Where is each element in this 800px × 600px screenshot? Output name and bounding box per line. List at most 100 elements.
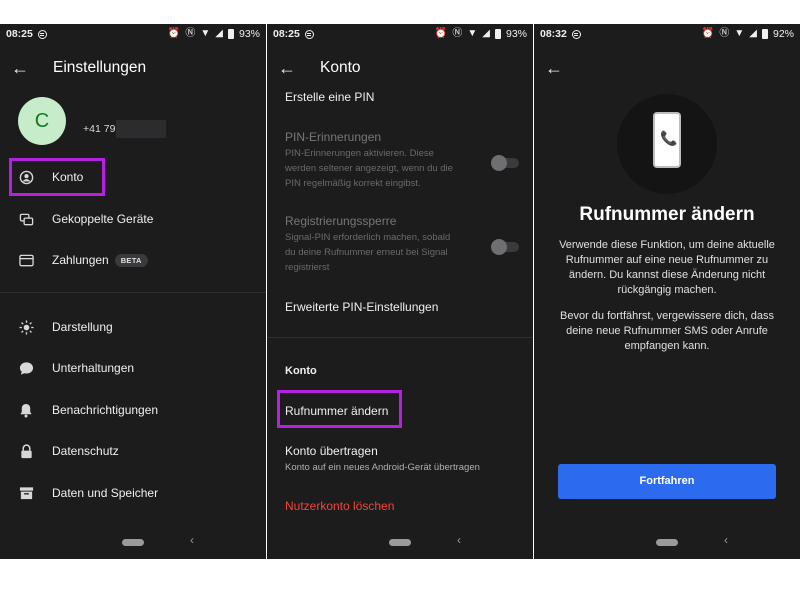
archive-icon (0, 486, 52, 500)
redacted-phone-block (116, 120, 166, 138)
account-screen: 08:25 ⏰ Ⓝ ▼ ◢ 93% ← Konto Erstelle eine … (267, 24, 533, 559)
delete-account-button[interactable]: Nutzerkonto löschen (285, 499, 394, 513)
battery-icon (494, 29, 501, 39)
system-nav-bar: ‹ (534, 533, 800, 549)
signal-icon: ◢ (215, 28, 223, 39)
pin-reminders-desc: PIN-Erinnerungen aktivieren. Diese werde… (285, 148, 453, 189)
divider (267, 337, 533, 338)
registration-lock-toggle[interactable] (491, 239, 519, 255)
menu-item-payments[interactable]: Zahlungen BETA (0, 250, 266, 270)
battery-level: 93% (505, 28, 527, 40)
toggle-knob (491, 239, 507, 255)
status-time: 08:25 (273, 28, 300, 40)
alarm-icon: ⏰ (167, 28, 181, 39)
create-pin-label: Erstelle eine PIN (285, 90, 375, 104)
battery-icon (227, 29, 234, 39)
system-nav-bar: ‹ (0, 533, 266, 549)
change-number-screen: 08:32 ⏰ Ⓝ ▼ ◢ 92% ← 📞 Rufnummer ändern V… (534, 24, 800, 559)
menu-label: Darstellung (52, 320, 113, 334)
spotify-icon (37, 29, 47, 39)
menu-item-appearance[interactable]: Darstellung (0, 317, 266, 337)
create-pin-item[interactable]: Erstelle eine PIN (285, 90, 519, 104)
pin-reminders-title: PIN-Erinnerungen (285, 130, 382, 144)
back-arrow-icon[interactable]: ← (534, 58, 574, 79)
wifi-icon: ▼ (467, 28, 478, 39)
menu-label: Zahlungen (52, 253, 109, 267)
status-time: 08:25 (6, 28, 33, 40)
advanced-pin-item[interactable]: Erweiterte PIN-Einstellungen (285, 300, 519, 314)
signal-icon: ◢ (482, 28, 490, 39)
page-heading: Rufnummer ändern (579, 204, 755, 225)
transfer-account-title: Konto übertragen (285, 444, 378, 458)
linked-devices-icon (0, 212, 52, 227)
menu-label: Benachrichtigungen (52, 403, 159, 417)
home-pill[interactable] (656, 539, 678, 546)
card-icon (0, 254, 52, 267)
nfc-icon: Ⓝ (452, 28, 463, 39)
signal-icon: ◢ (749, 28, 757, 39)
advanced-pin-label: Erweiterte PIN-Einstellungen (285, 300, 439, 314)
sun-icon (0, 319, 52, 335)
highlight-box-konto (9, 158, 105, 196)
nfc-icon: Ⓝ (185, 28, 196, 39)
description-paragraph-2: Bevor du fortfährst, vergewissere dich, … (560, 310, 774, 352)
phone-illustration-icon: 📞 (653, 112, 681, 168)
home-pill[interactable] (122, 539, 144, 546)
menu-item-data-storage[interactable]: Daten und Speicher (0, 483, 266, 503)
menu-label: Datenschutz (52, 444, 119, 458)
registration-lock-title: Registrierungssperre (285, 214, 397, 228)
wifi-icon: ▼ (734, 28, 745, 39)
bell-icon (0, 403, 52, 418)
spotify-icon (304, 29, 314, 39)
menu-item-chats[interactable]: Unterhaltungen (0, 358, 266, 378)
menu-label: Daten und Speicher (52, 486, 159, 500)
alarm-icon: ⏰ (701, 28, 715, 39)
pin-reminders-item: PIN-Erinnerungen PIN-Erinnerungen aktivi… (285, 130, 519, 191)
chat-bubble-icon (0, 361, 52, 376)
section-header-account: Konto (285, 365, 317, 377)
page-title: Konto (320, 59, 361, 76)
system-nav-bar: ‹ (267, 533, 533, 549)
page-title: Einstellungen (53, 59, 147, 76)
beta-badge: BETA (114, 253, 148, 267)
menu-label: Unterhaltungen (52, 361, 135, 375)
home-pill[interactable] (389, 539, 411, 546)
app-bar: ← (534, 54, 800, 82)
menu-item-linked-devices[interactable]: Gekoppelte Geräte (0, 209, 266, 229)
settings-screen: 08:25 ⏰ Ⓝ ▼ ◢ 93% ← Einstellungen C +41 … (0, 24, 266, 559)
registration-lock-item: Registrierungssperre Signal-PIN erforder… (285, 214, 519, 275)
app-bar: ← Konto (267, 54, 533, 82)
lock-icon (0, 443, 52, 459)
illustration-circle: 📞 (617, 94, 717, 194)
nfc-icon: Ⓝ (719, 28, 730, 39)
pin-reminders-toggle[interactable] (491, 155, 519, 171)
description-paragraph-1: Verwende diese Funktion, um deine aktuel… (559, 239, 775, 296)
transfer-account-desc: Konto auf ein neues Android-Gerät übertr… (285, 462, 480, 473)
nav-back-icon[interactable]: ‹ (724, 533, 728, 547)
app-bar: ← Einstellungen (0, 54, 266, 82)
status-bar: 08:25 ⏰ Ⓝ ▼ ◢ 93% (267, 24, 533, 44)
battery-level: 92% (772, 28, 794, 40)
nav-back-icon[interactable]: ‹ (457, 533, 461, 547)
battery-level: 93% (238, 28, 260, 40)
profile-phone: +41 79 (83, 123, 116, 135)
status-bar: 08:32 ⏰ Ⓝ ▼ ◢ 92% (534, 24, 800, 44)
status-bar: 08:25 ⏰ Ⓝ ▼ ◢ 93% (0, 24, 266, 44)
menu-item-notifications[interactable]: Benachrichtigungen (0, 400, 266, 420)
nav-back-icon[interactable]: ‹ (190, 533, 194, 547)
back-arrow-icon[interactable]: ← (0, 58, 40, 79)
battery-icon (761, 29, 768, 39)
back-arrow-icon[interactable]: ← (267, 58, 307, 79)
registration-lock-desc: Signal-PIN erforderlich machen, sobald d… (285, 232, 451, 273)
transfer-account-item[interactable]: Konto übertragen Konto auf ein neues And… (285, 444, 519, 475)
wifi-icon: ▼ (200, 28, 211, 39)
menu-label: Gekoppelte Geräte (52, 212, 154, 226)
status-time: 08:32 (540, 28, 567, 40)
spotify-icon (571, 29, 581, 39)
highlight-box-change-number (277, 390, 402, 428)
alarm-icon: ⏰ (434, 28, 448, 39)
avatar[interactable]: C (18, 97, 66, 145)
menu-item-privacy[interactable]: Datenschutz (0, 441, 266, 461)
continue-button[interactable]: Fortfahren (558, 464, 776, 499)
phone-call-icon: 📞 (660, 130, 678, 146)
